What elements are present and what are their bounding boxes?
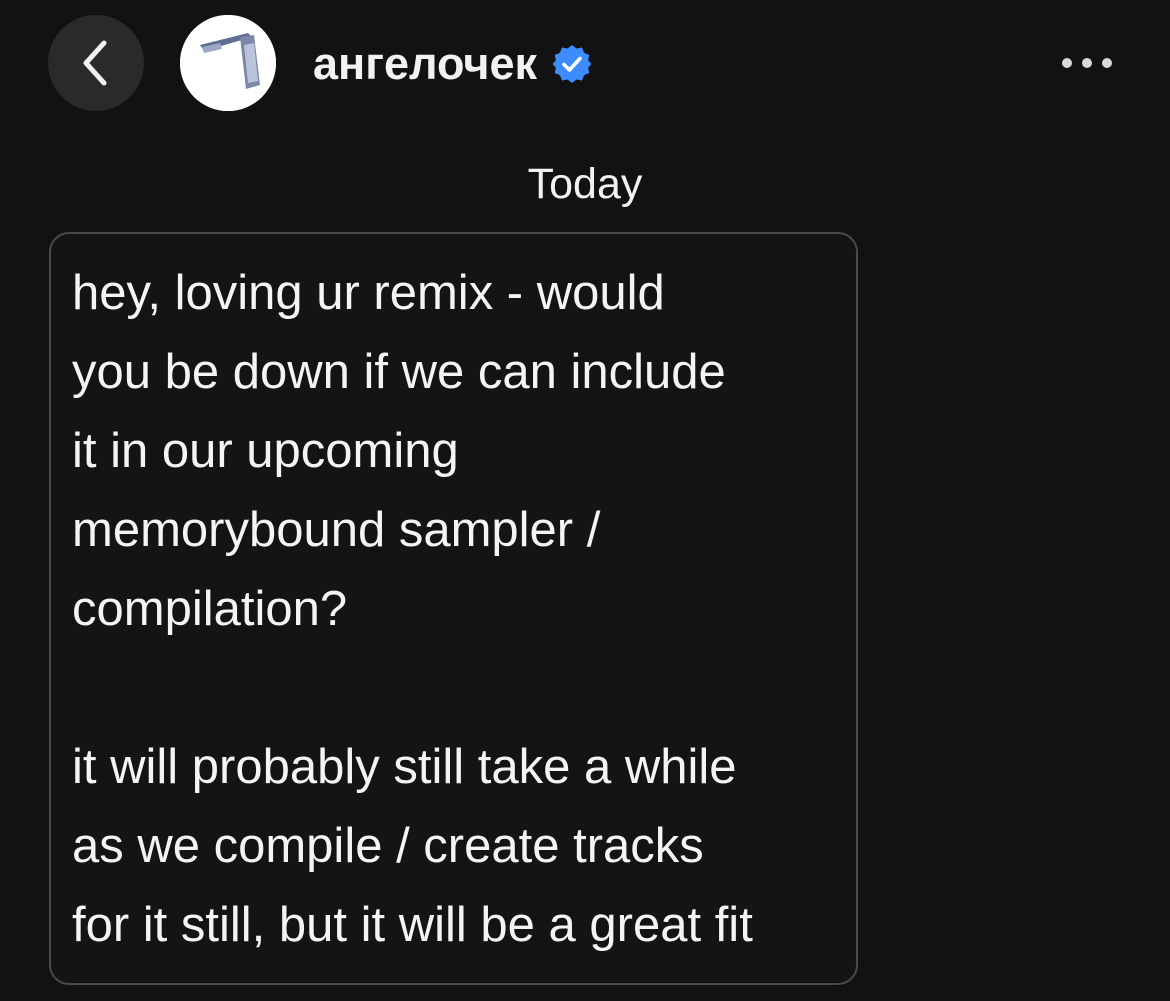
back-button[interactable] (48, 15, 144, 111)
message-line: memorybound sampler / (72, 503, 601, 557)
message-line: hey, loving ur remix - would (72, 266, 665, 320)
more-horizontal-icon (1062, 58, 1112, 68)
profile-name-link[interactable]: ангелочек (313, 36, 593, 92)
message-line: you be down if we can include (72, 345, 726, 399)
message-line: for it still, but it will be a great fit (72, 898, 753, 952)
message-line: it in our upcoming (72, 424, 459, 478)
username: ангелочек (313, 38, 538, 89)
verified-badge-icon (551, 43, 593, 85)
chevron-left-icon (76, 37, 116, 89)
more-options-button[interactable] (1062, 48, 1112, 78)
more-dot (1082, 58, 1092, 68)
date-separator: Today (527, 160, 643, 208)
message-line: it will probably still take a while (72, 740, 737, 794)
avatar[interactable] (180, 15, 276, 111)
avatar-image (180, 15, 276, 111)
more-dot (1062, 58, 1072, 68)
message-line: as we compile / create tracks (72, 819, 704, 873)
message-line: compilation? (72, 582, 348, 636)
more-dot (1102, 58, 1112, 68)
